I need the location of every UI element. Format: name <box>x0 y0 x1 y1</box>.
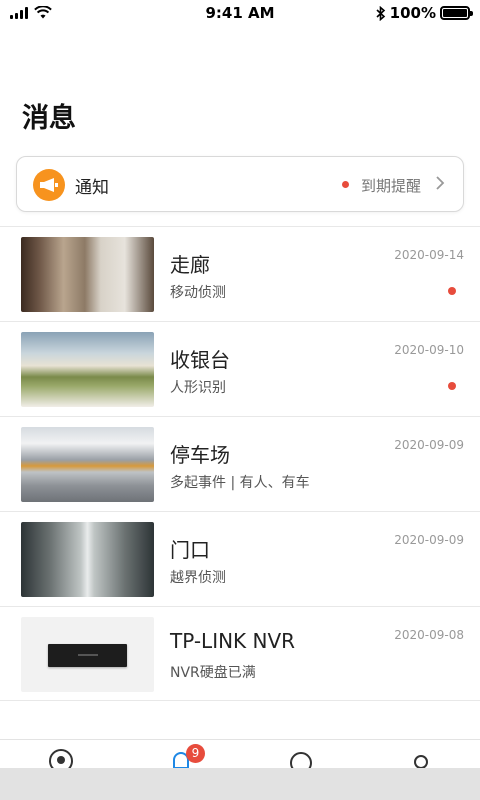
message-thumbnail <box>21 617 154 692</box>
message-thumbnail <box>21 332 154 407</box>
message-date: 2020-09-10 <box>394 343 464 357</box>
chevron-right-icon <box>436 176 445 190</box>
message-item[interactable]: TP-LINK NVR NVR硬盘已满 2020-09-08 <box>0 606 480 701</box>
notice-label: 通知 <box>75 178 109 198</box>
nvr-device-image <box>48 644 127 667</box>
status-right: 100% <box>376 4 473 22</box>
message-subtitle: 越界侦测 <box>170 570 226 586</box>
message-item[interactable]: 门口 越界侦测 2020-09-09 <box>0 511 480 606</box>
megaphone-icon <box>33 169 65 201</box>
message-title: TP-LINK NVR <box>170 629 296 653</box>
message-thumbnail <box>21 237 154 312</box>
message-date: 2020-09-09 <box>394 533 464 547</box>
battery-icon <box>440 6 473 20</box>
page-title: 消息 <box>22 103 76 134</box>
message-date: 2020-09-08 <box>394 628 464 642</box>
message-subtitle: 人形识别 <box>170 380 226 396</box>
message-title: 收银台 <box>170 348 230 372</box>
message-item[interactable]: 停车场 多起事件 | 有人、有车 2020-09-09 <box>0 416 480 511</box>
bluetooth-icon <box>376 5 385 21</box>
message-subtitle: 多起事件 | 有人、有车 <box>170 475 310 491</box>
notice-card[interactable]: 通知 到期提醒 <box>16 156 464 212</box>
message-thumbnail <box>21 522 154 597</box>
unread-dot <box>448 382 456 390</box>
message-item[interactable]: 走廊 移动侦测 2020-09-14 <box>0 226 480 321</box>
status-bar: 9:41 AM 100% <box>0 0 480 28</box>
message-title: 门口 <box>170 538 210 562</box>
message-title: 停车场 <box>170 443 230 467</box>
bottom-overlay <box>0 768 480 800</box>
message-subtitle: NVR硬盘已满 <box>170 665 256 681</box>
message-list: 走廊 移动侦测 2020-09-14 收银台 人形识别 2020-09-10 停… <box>0 226 480 701</box>
notice-unread-dot <box>342 181 349 188</box>
notice-status: 到期提醒 <box>360 177 421 195</box>
message-badge: 9 <box>186 744 205 763</box>
message-item[interactable]: 收银台 人形识别 2020-09-10 <box>0 321 480 416</box>
message-subtitle: 移动侦测 <box>170 285 226 301</box>
message-date: 2020-09-14 <box>394 248 464 262</box>
message-date: 2020-09-09 <box>394 438 464 452</box>
battery-percent: 100% <box>389 4 436 22</box>
unread-dot <box>448 287 456 295</box>
message-thumbnail <box>21 427 154 502</box>
message-title: 走廊 <box>170 253 210 277</box>
